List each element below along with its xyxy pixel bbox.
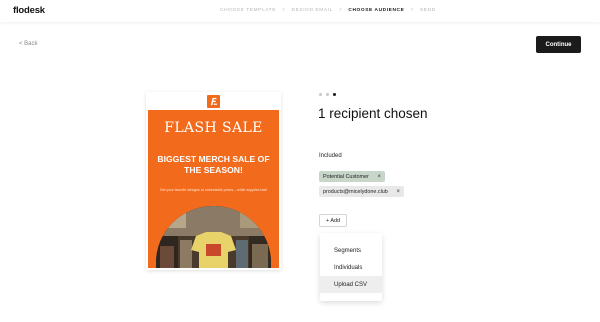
recipient-chip-segment: Potential Customer ×	[319, 171, 385, 182]
step-dot[interactable]	[326, 93, 329, 96]
step-separator: >	[282, 7, 286, 13]
top-bar: flodesk CHOOSE TEMPLATE > DESIGN EMAIL >…	[0, 0, 600, 22]
email-subheadline: BIGGEST MERCH SALE OF THE SEASON!	[157, 154, 270, 175]
recipient-chip-email: products@micelydone.club ×	[319, 186, 404, 197]
email-headline: FLASH SALE	[164, 120, 263, 136]
remove-icon[interactable]: ×	[396, 189, 400, 195]
email-hero: FLASH SALE BIGGEST MERCH SALE OF THE SEA…	[148, 110, 279, 268]
email-header	[146, 92, 281, 110]
step-dot[interactable]	[319, 93, 322, 96]
continue-button[interactable]: Continue	[536, 36, 581, 53]
step-choose-audience[interactable]: CHOOSE AUDIENCE	[348, 8, 404, 13]
step-separator: >	[338, 7, 343, 13]
chip-label: products@micelydone.club	[323, 188, 388, 195]
progress-steps: CHOOSE TEMPLATE > DESIGN EMAIL > CHOOSE …	[220, 7, 436, 13]
step-choose-template[interactable]: CHOOSE TEMPLATE	[220, 8, 276, 13]
step-send[interactable]: SEND	[420, 8, 436, 13]
merch-store-photo	[156, 206, 271, 268]
email-preview-card: FLASH SALE BIGGEST MERCH SALE OF THE SEA…	[146, 92, 281, 270]
add-dropdown-menu: Segments Individuals Upload CSV	[320, 233, 382, 301]
flodesk-logo-icon	[207, 95, 220, 108]
menu-item-individuals[interactable]: Individuals	[320, 259, 382, 276]
step-dot-active[interactable]	[333, 93, 336, 96]
menu-item-upload-csv[interactable]: Upload CSV	[320, 276, 382, 293]
back-link[interactable]: < Back	[19, 41, 38, 47]
chip-label: Potential Customer	[323, 173, 369, 180]
step-design-email[interactable]: DESIGN EMAIL	[292, 8, 333, 13]
menu-item-segments[interactable]: Segments	[320, 242, 382, 259]
step-dots	[319, 93, 336, 96]
step-separator: >	[410, 7, 414, 13]
flodesk-logo[interactable]: flodesk	[13, 5, 45, 16]
remove-icon[interactable]: ×	[377, 174, 381, 180]
recipients-title: 1 recipient chosen	[318, 106, 428, 121]
email-blurb: Get your favorite designs at unbeatable …	[159, 188, 268, 192]
included-label: Included	[319, 153, 342, 159]
add-recipients-button[interactable]: + Add	[319, 214, 347, 227]
